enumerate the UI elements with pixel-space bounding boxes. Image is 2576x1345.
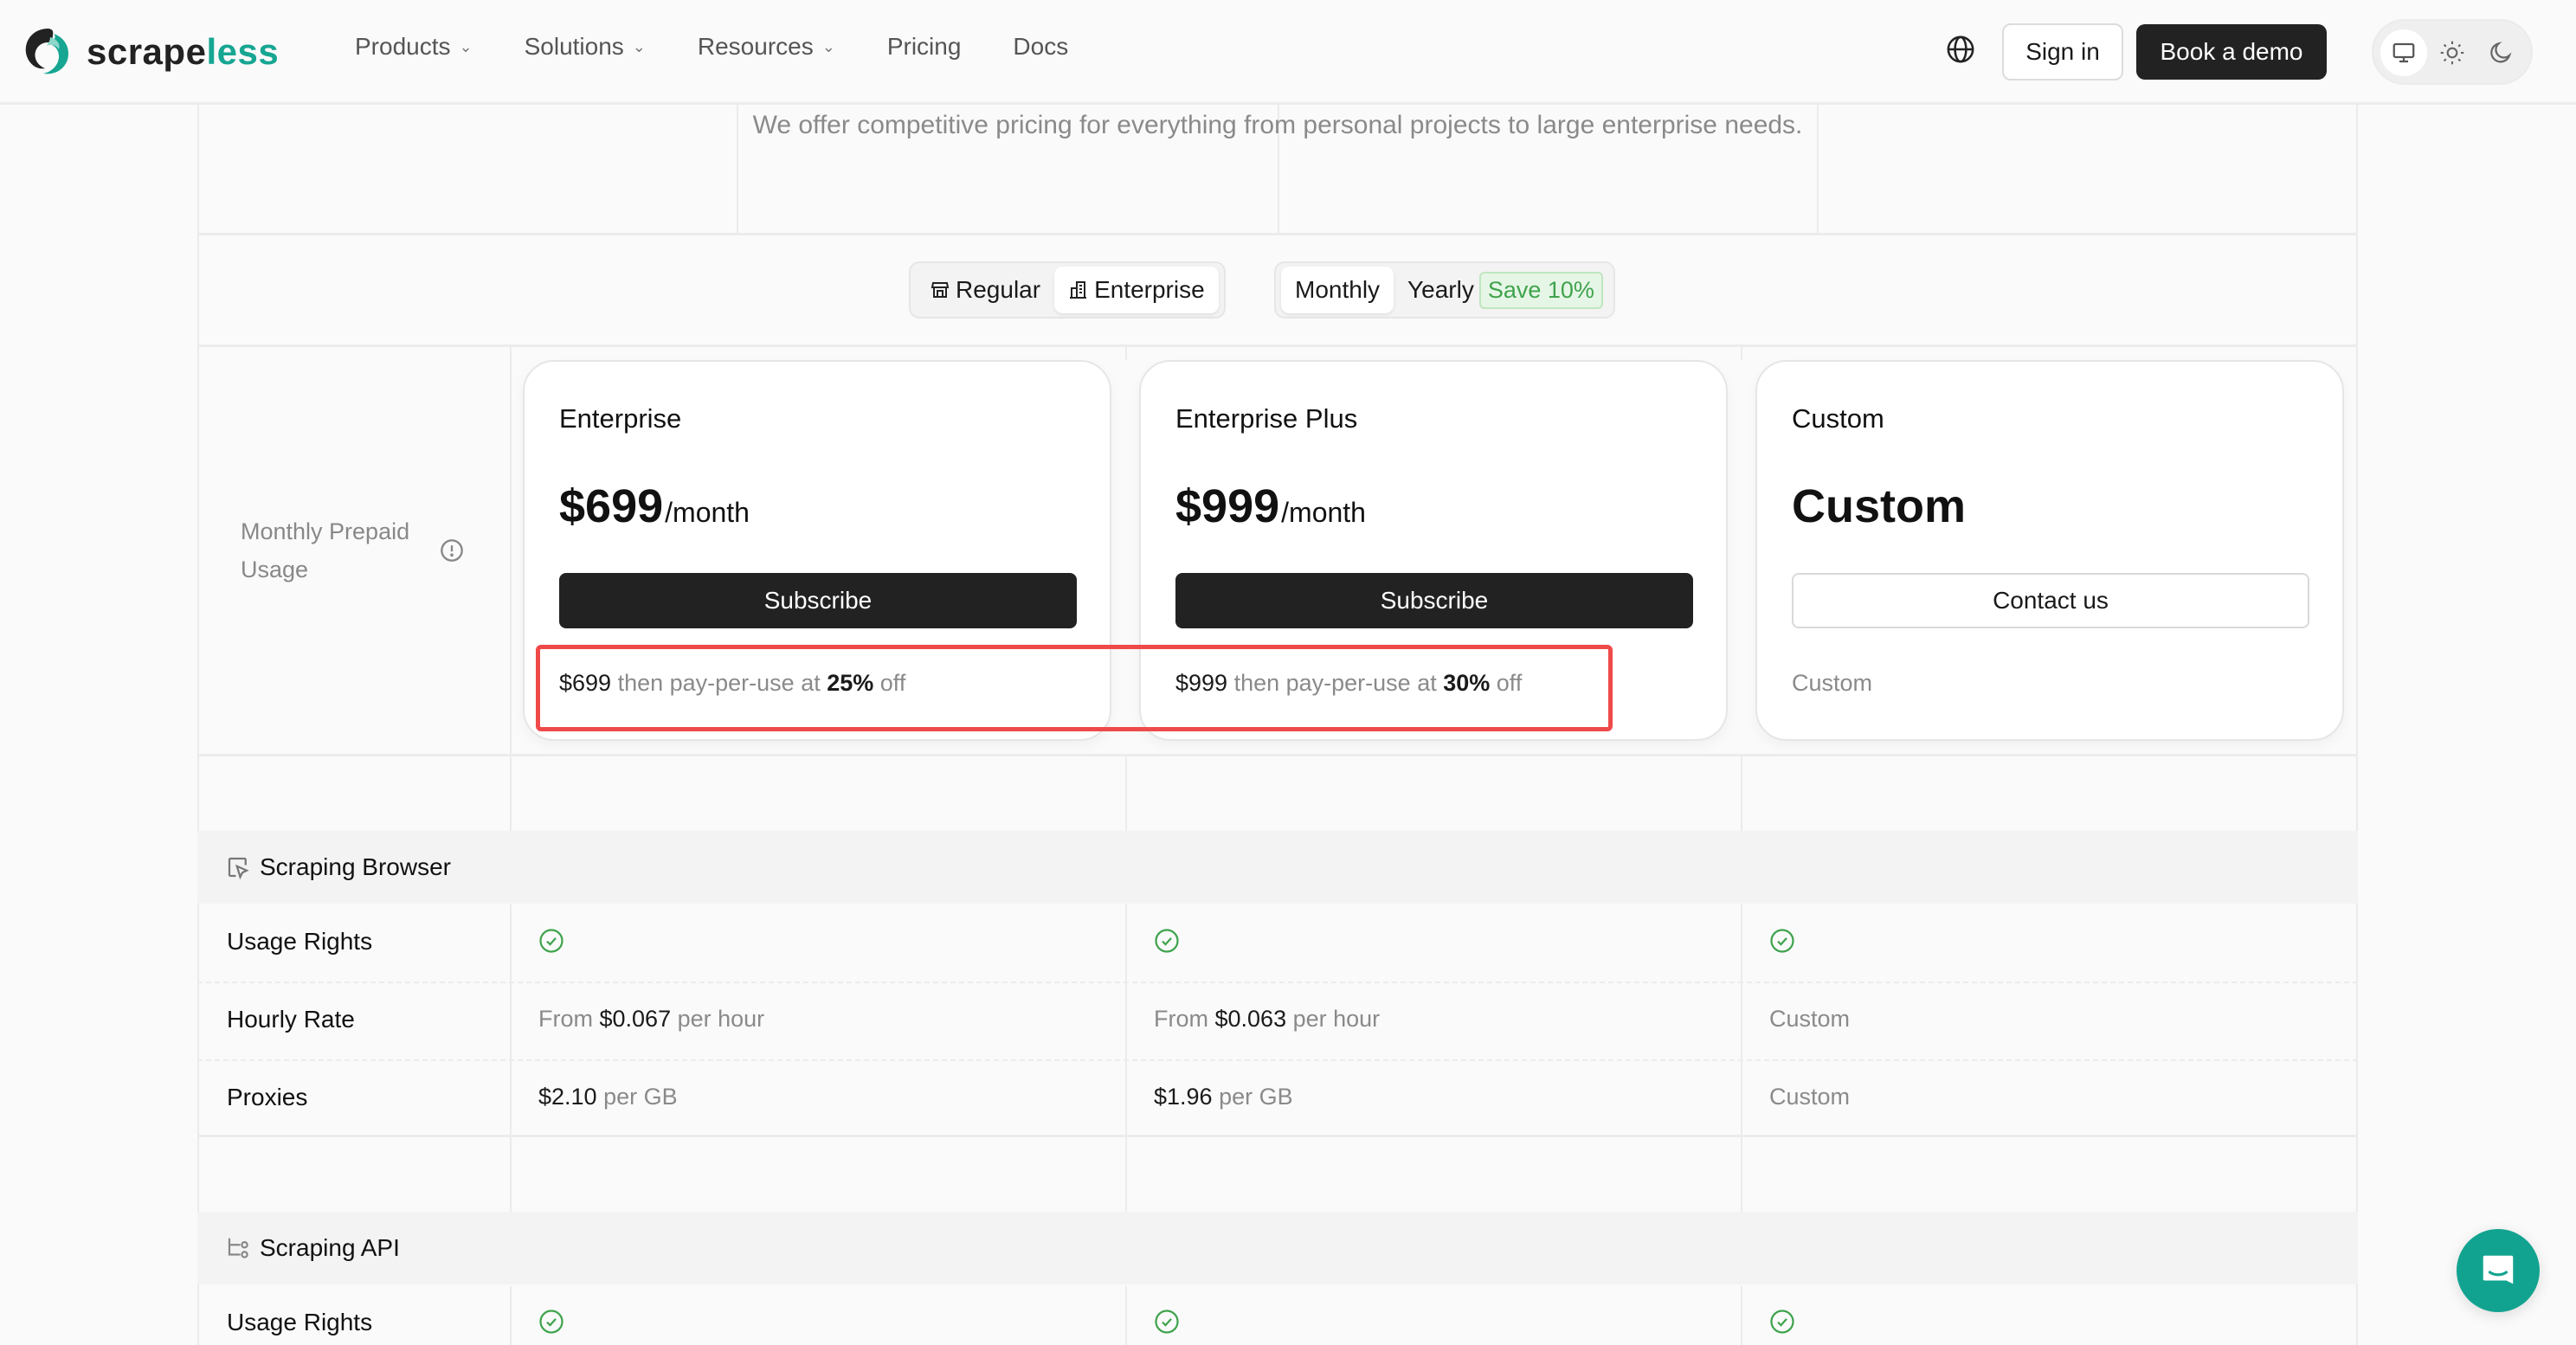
subscribe-button[interactable]: Subscribe — [1175, 573, 1693, 628]
check-circle-icon — [1770, 929, 1794, 953]
contact-us-button[interactable]: Contact us — [1792, 573, 2309, 628]
grid-line — [197, 1135, 2358, 1137]
check-circle-icon — [1770, 1310, 1794, 1334]
plan-card-custom: Custom Custom Contact us Custom — [1755, 360, 2344, 741]
annotation-highlight-box — [536, 645, 1613, 731]
browser-cursor-icon — [228, 857, 249, 880]
check-circle-icon — [539, 1310, 564, 1334]
grid-line — [197, 344, 2358, 347]
logo-wordmark: scrapeless — [87, 31, 280, 72]
nav-products[interactable]: Products ⌄ — [355, 33, 473, 61]
monitor-icon — [2392, 42, 2415, 63]
plan-price: $999/month — [1175, 480, 1366, 532]
feature-label: Hourly Rate — [227, 1006, 355, 1033]
grid-line — [197, 754, 2358, 756]
check-circle-icon — [1155, 929, 1179, 953]
proxies-enterprise: $2.10 per GB — [538, 1084, 678, 1110]
toggle-yearly[interactable]: Yearly Save 10% — [1394, 267, 1608, 313]
plan-note: Custom — [1792, 670, 1873, 696]
chat-icon — [2483, 1255, 2514, 1284]
building-icon — [1070, 281, 1087, 299]
chevron-down-icon: ⌄ — [632, 37, 646, 55]
grid-line — [510, 346, 512, 831]
grid-line — [1741, 755, 1742, 831]
grid-line — [1125, 755, 1127, 831]
proxies-custom: Custom — [1769, 1084, 1851, 1110]
chevron-down-icon: ⌄ — [821, 37, 835, 55]
main-nav: Products ⌄ Solutions ⌄ Resources ⌄ Pricing … — [355, 33, 1120, 61]
feature-label: Usage Rights — [227, 928, 373, 955]
sun-icon — [2440, 41, 2464, 65]
toggle-monthly[interactable]: Monthly — [1281, 267, 1394, 313]
nav-solutions[interactable]: Solutions ⌄ — [525, 33, 646, 61]
theme-switcher — [2372, 19, 2533, 85]
row-divider — [197, 981, 2358, 983]
chat-widget-button[interactable] — [2457, 1229, 2540, 1312]
grid-line — [1741, 346, 1742, 360]
grid-line — [1741, 904, 1742, 1212]
billing-period-toggle: Monthly Yearly Save 10% — [1274, 261, 1615, 319]
plan-name: Custom — [1792, 403, 1884, 434]
globe-icon[interactable] — [1946, 35, 1975, 64]
check-circle-icon — [539, 929, 564, 953]
hourly-rate-custom: Custom — [1769, 1006, 1851, 1032]
scrapeless-logo-icon — [25, 29, 69, 74]
grid-line — [510, 1286, 512, 1345]
feature-label: Usage Rights — [227, 1309, 373, 1335]
logo[interactable]: scrapeless — [23, 24, 279, 80]
plan-name: Enterprise Plus — [1175, 403, 1358, 434]
nav-resources[interactable]: Resources ⌄ — [698, 33, 835, 61]
theme-dark-button[interactable] — [2477, 29, 2524, 76]
book-demo-button[interactable]: Book a demo — [2136, 24, 2327, 80]
subscribe-button[interactable]: Subscribe — [559, 573, 1077, 628]
grid-line — [1125, 346, 1127, 360]
api-tree-icon — [228, 1238, 248, 1258]
grid-line — [2356, 105, 2358, 1345]
sign-in-button[interactable]: Sign in — [2002, 23, 2123, 80]
plan-price: Custom — [1792, 480, 1966, 532]
grid-line — [197, 233, 2358, 235]
grid-line — [197, 105, 199, 1345]
nav-pricing[interactable]: Pricing — [887, 33, 962, 61]
toggle-regular[interactable]: Regular — [916, 267, 1054, 313]
moon-icon — [2490, 42, 2512, 63]
toggle-enterprise[interactable]: Enterprise — [1054, 267, 1219, 313]
grid-line — [1125, 1286, 1127, 1345]
pricing-subtitle: We offer competitive pricing for everyth… — [752, 111, 1803, 139]
row-divider — [197, 1059, 2358, 1061]
theme-system-button[interactable] — [2380, 29, 2427, 76]
plan-type-toggle: Regular Enterprise — [909, 261, 1226, 319]
grid-line — [1741, 1286, 1742, 1345]
feature-label: Proxies — [227, 1084, 308, 1110]
save-badge: Save 10% — [1478, 271, 1603, 309]
section-scraping-browser: Scraping Browser — [197, 831, 2358, 904]
monthly-prepaid-usage-label: Monthly Prepaid Usage — [241, 518, 410, 582]
top-nav-bar: scrapeless Products ⌄ Solutions ⌄ Resource… — [0, 0, 2576, 105]
store-icon — [931, 282, 950, 298]
grid-line — [510, 904, 512, 1212]
hourly-rate-enterprise-plus: From $0.063 per hour — [1154, 1006, 1381, 1032]
chevron-down-icon: ⌄ — [459, 37, 473, 55]
proxies-enterprise-plus: $1.96 per GB — [1154, 1084, 1293, 1110]
plan-name: Enterprise — [559, 403, 682, 434]
hourly-rate-enterprise: From $0.067 per hour — [538, 1006, 765, 1032]
section-scraping-api: Scraping API — [197, 1212, 2358, 1284]
grid-line — [1125, 904, 1127, 1212]
plan-price: $699/month — [559, 480, 750, 532]
info-icon[interactable] — [440, 538, 464, 563]
nav-docs[interactable]: Docs — [1013, 33, 1068, 61]
check-circle-icon — [1155, 1310, 1179, 1334]
theme-light-button[interactable] — [2429, 29, 2476, 76]
